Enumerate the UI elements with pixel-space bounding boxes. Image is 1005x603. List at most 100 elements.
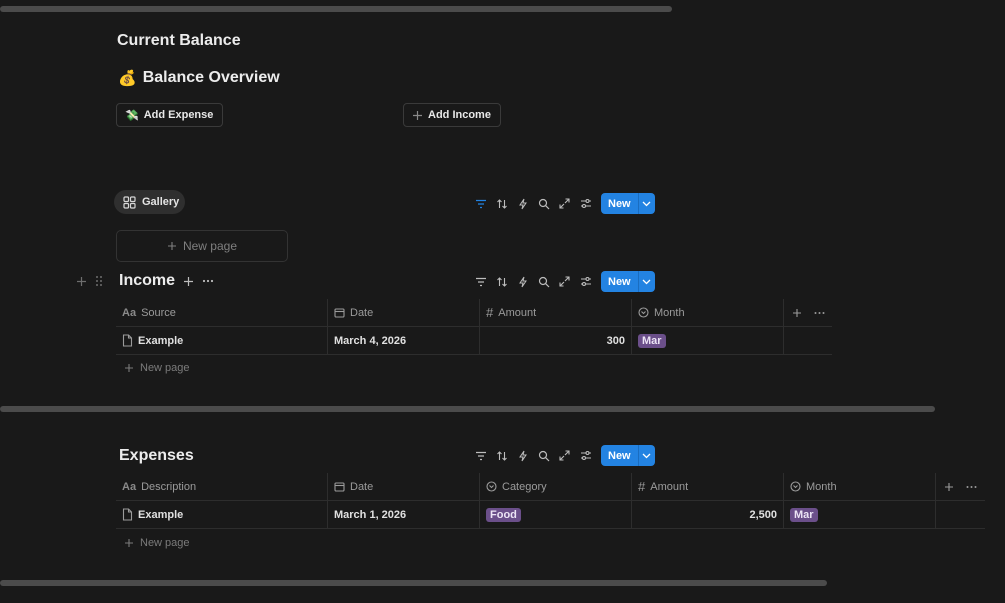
horizontal-scrollbar-income[interactable] xyxy=(0,406,935,412)
gallery-view-label: Gallery xyxy=(142,196,180,208)
add-income-button[interactable]: Add Income xyxy=(403,103,501,127)
new-button[interactable]: New xyxy=(601,445,638,466)
add-column-plus-icon[interactable] xyxy=(944,482,954,492)
new-page-label: New page xyxy=(140,537,190,549)
settings-sliders-icon[interactable] xyxy=(575,446,596,466)
add-column-plus-icon[interactable] xyxy=(792,308,802,318)
column-header-amount[interactable]: # Amount xyxy=(632,473,784,500)
month-tag: Mar xyxy=(790,507,818,522)
month-cell[interactable]: Mar xyxy=(784,501,936,528)
more-options-icon[interactable] xyxy=(966,485,977,489)
number-hash-icon: # xyxy=(638,479,646,494)
column-header-date[interactable]: Date xyxy=(328,299,480,326)
category-cell[interactable]: Food xyxy=(480,501,632,528)
new-button[interactable]: New xyxy=(601,271,638,292)
more-options-icon[interactable] xyxy=(814,311,825,315)
column-actions xyxy=(936,473,985,500)
chevron-down-icon[interactable] xyxy=(637,193,655,214)
new-page-label: New page xyxy=(140,362,190,374)
plus-icon xyxy=(124,538,134,548)
search-icon[interactable] xyxy=(533,194,554,214)
drag-handle-icon[interactable] xyxy=(95,275,103,287)
text-type-icon: Aa xyxy=(122,306,137,319)
expand-icon[interactable] xyxy=(554,272,575,292)
column-label: Date xyxy=(350,306,374,319)
column-header-date[interactable]: Date xyxy=(328,473,480,500)
column-label: Source xyxy=(141,306,176,319)
add-income-label: Add Income xyxy=(428,109,491,121)
page-document-icon xyxy=(122,334,133,347)
expenses-table: Aa Description Date Category # Amount Mo… xyxy=(116,473,985,533)
add-expense-button[interactable]: 💸 Add Expense xyxy=(116,103,224,127)
automation-bolt-icon[interactable] xyxy=(512,194,533,214)
calendar-icon xyxy=(334,481,345,492)
date-cell[interactable]: March 4, 2026 xyxy=(328,327,480,354)
settings-sliders-icon[interactable] xyxy=(575,272,596,292)
expenses-title[interactable]: Expenses xyxy=(119,447,194,465)
income-toolbar: New xyxy=(470,271,655,292)
column-label: Amount xyxy=(498,306,537,319)
column-header-amount[interactable]: # Amount xyxy=(480,299,632,326)
more-options-icon[interactable] xyxy=(202,279,214,283)
search-icon[interactable] xyxy=(533,272,554,292)
column-header-source[interactable]: Aa Source xyxy=(116,299,328,326)
horizontal-scrollbar-top[interactable] xyxy=(0,6,672,12)
select-chevron-icon xyxy=(790,481,801,492)
sort-icon[interactable] xyxy=(491,194,512,214)
new-button-split: New xyxy=(601,271,655,292)
expenses-new-page-button[interactable]: New page xyxy=(124,537,190,549)
plus-icon xyxy=(124,363,134,373)
sort-icon[interactable] xyxy=(491,272,512,292)
table-row[interactable]: Example March 1, 2026 Food 2,500 Mar xyxy=(116,501,985,529)
add-view-plus-icon[interactable] xyxy=(183,276,194,287)
horizontal-scrollbar-expenses[interactable] xyxy=(0,580,827,586)
amount-cell[interactable]: 300 xyxy=(480,327,632,354)
column-header-month[interactable]: Month xyxy=(784,473,936,500)
table-header-row: Aa Description Date Category # Amount Mo… xyxy=(116,473,985,501)
filter-icon[interactable] xyxy=(470,194,491,214)
column-label: Description xyxy=(141,480,197,493)
filter-icon[interactable] xyxy=(470,272,491,292)
expenses-toolbar: New xyxy=(470,445,655,466)
automation-bolt-icon[interactable] xyxy=(512,446,533,466)
new-button-split: New xyxy=(601,193,655,214)
table-header-row: Aa Source Date # Amount Month xyxy=(116,299,832,327)
month-cell[interactable]: Mar xyxy=(632,327,784,354)
current-balance-heading: Current Balance xyxy=(117,32,241,49)
source-cell[interactable]: Example xyxy=(116,327,328,354)
expand-icon[interactable] xyxy=(554,194,575,214)
income-title-block: Income xyxy=(119,272,214,290)
expand-icon[interactable] xyxy=(554,446,575,466)
balance-overview-title: Balance Overview xyxy=(142,69,280,86)
column-label: Month xyxy=(806,480,837,493)
gallery-view-tab[interactable]: Gallery xyxy=(114,190,185,214)
date-cell[interactable]: March 1, 2026 xyxy=(328,501,480,528)
income-title[interactable]: Income xyxy=(119,272,175,290)
chevron-down-icon[interactable] xyxy=(637,271,655,292)
income-table: Aa Source Date # Amount Month Example Ma… xyxy=(116,299,832,359)
balance-overview-heading: 💰 Balance Overview xyxy=(118,69,280,87)
chevron-down-icon[interactable] xyxy=(637,445,655,466)
column-header-category[interactable]: Category xyxy=(480,473,632,500)
add-expense-label: Add Expense xyxy=(143,109,214,121)
sort-icon[interactable] xyxy=(491,446,512,466)
income-new-page-button[interactable]: New page xyxy=(124,362,190,374)
automation-bolt-icon[interactable] xyxy=(512,272,533,292)
number-hash-icon: # xyxy=(486,305,494,320)
description-cell[interactable]: Example xyxy=(116,501,328,528)
page-document-icon xyxy=(122,508,133,521)
column-header-month[interactable]: Month xyxy=(632,299,784,326)
amount-cell[interactable]: 2,500 xyxy=(632,501,784,528)
settings-sliders-icon[interactable] xyxy=(575,194,596,214)
new-button[interactable]: New xyxy=(601,193,638,214)
category-tag: Food xyxy=(486,507,521,522)
filter-icon[interactable] xyxy=(470,446,491,466)
select-chevron-icon xyxy=(638,307,649,318)
add-block-plus-icon[interactable] xyxy=(76,276,87,287)
gallery-new-page-card[interactable]: New page xyxy=(116,230,288,262)
empty-cell xyxy=(936,501,985,528)
table-row[interactable]: Example March 4, 2026 300 Mar xyxy=(116,327,832,355)
search-icon[interactable] xyxy=(533,446,554,466)
column-header-description[interactable]: Aa Description xyxy=(116,473,328,500)
empty-cell xyxy=(784,327,832,354)
